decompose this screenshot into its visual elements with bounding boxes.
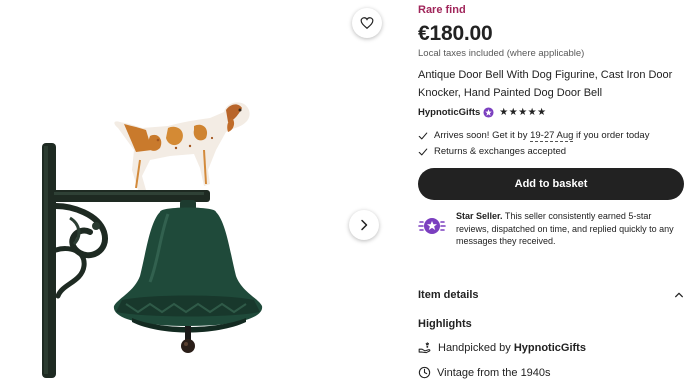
star-seller-badge-icon [418, 218, 446, 234]
add-to-basket-button[interactable]: Add to basket [418, 168, 684, 200]
heart-icon [360, 17, 374, 30]
returns-text: Returns & exchanges accepted [434, 146, 567, 157]
product-info-panel: Rare find €180.00 Local taxes included (… [418, 0, 688, 387]
shop-rating-stars[interactable]: ★★★★★ [499, 107, 546, 118]
handpicked-row: Handpicked by HypnoticGifts [418, 341, 586, 355]
star-seller-info: Star Seller. This seller consistently ea… [418, 210, 686, 248]
favorite-button[interactable] [352, 8, 382, 38]
check-icon [418, 132, 428, 139]
tax-note: Local taxes included (where applicable) [418, 48, 585, 59]
hand-icon [418, 342, 431, 354]
highlights-heading: Highlights [418, 318, 472, 330]
dog-figurine [114, 102, 250, 190]
delivery-estimate: Arrives soon! Get it by 19-27 Aug if you… [418, 130, 650, 142]
handpicked-shop-name: HypnoticGifts [513, 342, 586, 354]
handpicked-text: Handpicked by HypnoticGifts [438, 342, 586, 354]
item-details-label: Item details [418, 289, 479, 301]
delivery-date-range[interactable]: 19-27 Aug [530, 130, 574, 142]
clock-icon [418, 366, 431, 379]
product-gallery [0, 0, 400, 387]
star-seller-small-icon [483, 107, 494, 118]
star-seller-description: Star Seller. This seller consistently ea… [456, 211, 674, 246]
next-image-button[interactable] [349, 210, 379, 240]
delivery-text: Arrives soon! Get it by 19-27 Aug if you… [434, 130, 650, 142]
check-icon [418, 148, 428, 155]
shop-row: HypnoticGifts ★★★★★ [418, 107, 547, 118]
vintage-row: Vintage from the 1940s [418, 366, 551, 379]
chevron-up-icon [675, 292, 683, 298]
product-price: €180.00 [418, 22, 493, 45]
vintage-text: Vintage from the 1940s [437, 366, 551, 379]
item-details-toggle[interactable]: Item details [418, 289, 684, 301]
rare-find-badge: Rare find [418, 4, 466, 16]
product-image [42, 102, 263, 378]
shop-name-link[interactable]: HypnoticGifts [418, 107, 480, 118]
returns-policy: Returns & exchanges accepted [418, 146, 566, 157]
product-title: Antique Door Bell With Dog Figurine, Cas… [418, 69, 673, 99]
chevron-right-icon [361, 219, 368, 231]
